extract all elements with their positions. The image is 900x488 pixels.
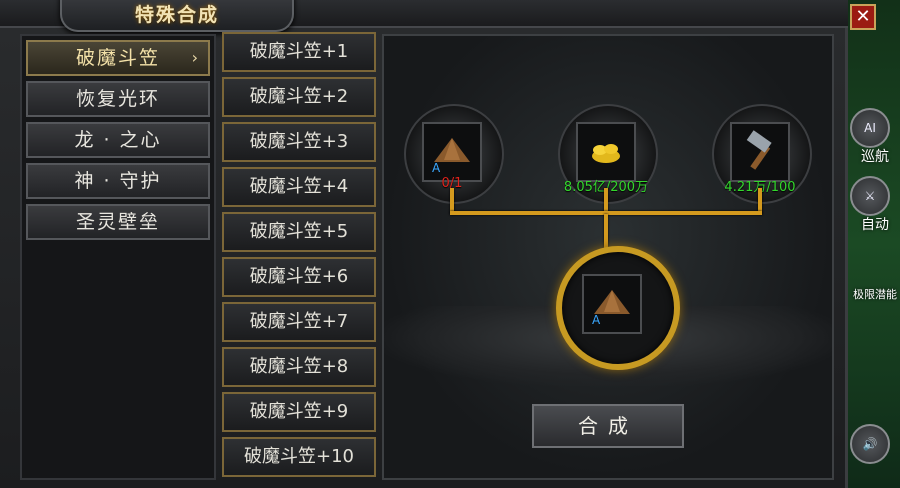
swords-icon[interactable]: ⚔ bbox=[850, 176, 890, 216]
recipe-item[interactable]: 破魔斗笠+8 bbox=[222, 347, 376, 387]
recipe-item[interactable]: 破魔斗笠+1 bbox=[222, 32, 376, 72]
recipe-item[interactable]: 破魔斗笠+2 bbox=[222, 77, 376, 117]
recipe-list: 破魔斗笠+1 破魔斗笠+2 破魔斗笠+3 破魔斗笠+4 破魔斗笠+5 破魔斗笠+… bbox=[220, 32, 378, 482]
auto-label: 自动 bbox=[861, 217, 889, 233]
recipe-item[interactable]: 破魔斗笠+9 bbox=[222, 392, 376, 432]
svg-text:A: A bbox=[592, 313, 601, 326]
cruise-label: 巡航 bbox=[861, 149, 889, 165]
category-list: 破魔斗笠 › 恢复光环 龙 · 之心 神 · 守护 圣灵壁垒 bbox=[20, 34, 216, 480]
straw-hat-icon: A bbox=[592, 290, 630, 326]
category-item-1[interactable]: 破魔斗笠 › bbox=[26, 40, 210, 76]
connector-line bbox=[604, 214, 608, 250]
category-label: 圣灵壁垒 bbox=[75, 211, 160, 233]
result-slot[interactable]: A bbox=[582, 274, 642, 334]
category-item-5[interactable]: 圣灵壁垒 bbox=[26, 204, 210, 240]
chevron-right-icon: › bbox=[191, 48, 200, 67]
craft-button[interactable]: 合成 bbox=[532, 404, 684, 448]
recipe-item[interactable]: 破魔斗笠+10 bbox=[222, 437, 376, 477]
category-item-2[interactable]: 恢复光环 bbox=[26, 81, 210, 117]
window-title: 特殊合成 bbox=[134, 4, 219, 26]
recipe-item[interactable]: 破魔斗笠+4 bbox=[222, 167, 376, 207]
material-slot-2[interactable] bbox=[576, 122, 636, 182]
category-item-4[interactable]: 神 · 守护 bbox=[26, 163, 210, 199]
straw-hat-icon: A bbox=[432, 138, 470, 174]
category-label: 恢复光环 bbox=[75, 88, 160, 110]
gold-ingots-icon bbox=[592, 144, 620, 163]
material-slot-1[interactable]: A bbox=[422, 122, 482, 182]
ai-icon[interactable]: AI bbox=[850, 108, 890, 148]
category-label: 破魔斗笠 bbox=[75, 47, 160, 69]
material-slot-3[interactable] bbox=[730, 122, 790, 182]
recipe-item[interactable]: 破魔斗笠+6 bbox=[222, 257, 376, 297]
category-label: 龙 · 之心 bbox=[74, 129, 162, 151]
category-label: 神 · 守护 bbox=[74, 170, 162, 192]
speaker-icon[interactable]: 🔊 bbox=[850, 424, 890, 464]
close-button[interactable]: ✕ bbox=[850, 4, 876, 30]
recipe-item[interactable]: 破魔斗笠+3 bbox=[222, 122, 376, 162]
recipe-item[interactable]: 破魔斗笠+7 bbox=[222, 302, 376, 342]
recipe-item[interactable]: 破魔斗笠+5 bbox=[222, 212, 376, 252]
title-plate: 特殊合成 bbox=[60, 0, 294, 32]
special-synthesis-window: 特殊合成 破魔斗笠 › 恢复光环 龙 · 之心 神 · 守护 圣灵壁垒 破魔斗笠… bbox=[0, 0, 848, 488]
ai-badge: AI bbox=[864, 121, 876, 135]
forge-hammer-icon bbox=[746, 130, 772, 170]
game-scene-strip bbox=[848, 0, 900, 488]
svg-text:A: A bbox=[432, 161, 441, 174]
limit-potential-label: 极限潜能 bbox=[853, 288, 897, 301]
category-item-3[interactable]: 龙 · 之心 bbox=[26, 122, 210, 158]
synthesis-panel: A 0/1 8.05亿/200万 4.21万/100 bbox=[382, 34, 834, 480]
